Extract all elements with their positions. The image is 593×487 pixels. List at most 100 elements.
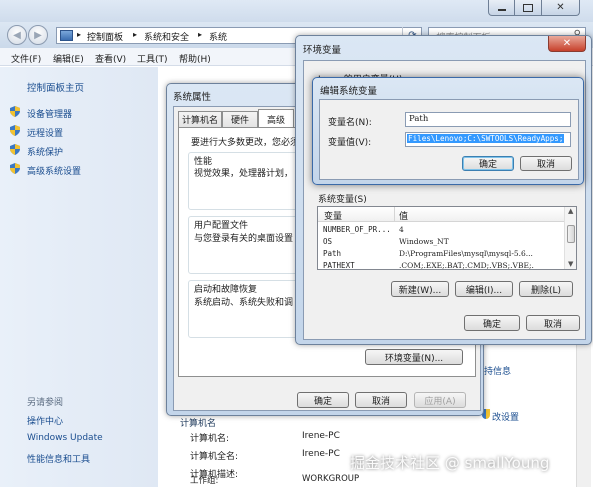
table-row[interactable]: Path (323, 249, 341, 258)
delete-variable-button[interactable]: 删除(L) (519, 281, 573, 297)
breadcrumb-sep-icon: ▸ (77, 30, 82, 39)
tab-label: 硬件 (230, 116, 249, 126)
tab-hardware[interactable]: 硬件 (222, 111, 258, 127)
performance-tools-link[interactable]: 性能信息和工具 (27, 452, 90, 465)
breadcrumb-sep-icon: ▸ (198, 30, 203, 39)
scroll-thumb[interactable] (567, 225, 575, 243)
table-cell: Windows_NT (399, 237, 449, 246)
support-info-link[interactable]: 持信息 (484, 364, 511, 377)
window-controls: ✕ (488, 0, 580, 16)
column-divider (394, 207, 395, 222)
shield-icon (10, 106, 20, 117)
admin-note: 要进行大多数更改，您必须 (191, 138, 300, 148)
forward-button[interactable]: ▶ (28, 25, 48, 45)
restore-icon (523, 4, 534, 12)
computer-section-heading: 计算机名 (180, 419, 217, 429)
variable-name-field[interactable]: Path (405, 112, 571, 127)
breadcrumb-system[interactable]: 系统 (209, 30, 227, 43)
left-nav-pane (0, 67, 158, 487)
breadcrumb-control-panel[interactable]: 控制面板 (87, 30, 123, 43)
tab-label: 计算机名 (181, 116, 218, 126)
variable-value-field[interactable]: Files\Lenovo;C:\SWTOOLS\ReadyApps; (405, 132, 571, 147)
cancel-button[interactable]: 取消 (526, 315, 580, 331)
shield-icon (10, 163, 20, 174)
variable-name-value: Path (409, 114, 429, 124)
action-center-link[interactable]: 操作中心 (27, 414, 63, 427)
minimize-icon (498, 9, 506, 11)
back-arrow-icon: ◀ (13, 29, 21, 41)
info-label: 工作组: (190, 476, 219, 486)
system-protection-link[interactable]: 系统保护 (27, 145, 63, 158)
table-cell: .COM;.EXE;.BAT;.CMD;.VBS;.VBE;. (399, 261, 534, 270)
breadcrumb-sep-icon: ▸ (133, 30, 138, 39)
cancel-button[interactable]: 取消 (520, 156, 572, 171)
windows-update-link[interactable]: Windows Update (27, 433, 103, 443)
close-button[interactable]: ✕ (548, 36, 586, 52)
change-settings-link[interactable]: 改设置 (492, 410, 519, 423)
list-header (318, 207, 564, 222)
tab-label: 高级 (266, 115, 285, 126)
info-value: Irene-PC (302, 449, 340, 459)
startup-recovery-desc: 系统启动、系统失败和调 (194, 298, 294, 308)
variable-name-label: 变量名(N): (328, 118, 372, 128)
dialog-title: 编辑系统变量 (320, 86, 378, 97)
control-panel-icon (60, 30, 73, 41)
edit-variable-button[interactable]: 编辑(I)... (455, 281, 513, 297)
watermark: 掘金技术社区 @ smallYoung (350, 454, 550, 472)
menu-help[interactable]: 帮助(H) (179, 52, 211, 65)
scroll-up-icon[interactable]: ▲ (568, 207, 573, 215)
shield-icon (10, 144, 20, 155)
table-cell: D:\ProgramFiles\mysql\mysql-5.6... (399, 249, 533, 258)
menu-edit[interactable]: 编辑(E) (53, 52, 84, 65)
performance-desc: 视觉效果，处理器计划， (194, 169, 294, 179)
table-cell: 4 (399, 225, 404, 234)
info-label: 计算机名: (190, 434, 230, 444)
system-variables-heading: 系统变量(S) (318, 195, 367, 205)
dialog-title: 系统属性 (173, 92, 212, 103)
shield-icon (10, 125, 20, 136)
cancel-button[interactable]: 取消 (355, 392, 407, 408)
see-also-heading: 另请参阅 (27, 398, 64, 408)
table-row[interactable]: PATHEXT (323, 261, 355, 269)
variable-value-label: 变量值(V): (328, 138, 372, 148)
menu-view[interactable]: 查看(V) (95, 52, 126, 65)
list-scrollbar[interactable]: ▲ ▼ (564, 207, 576, 269)
tab-computer-name[interactable]: 计算机名 (178, 111, 222, 127)
startup-recovery-title: 启动和故障恢复 (194, 285, 258, 295)
close-icon: ✕ (556, 2, 565, 13)
remote-settings-link[interactable]: 远程设置 (27, 126, 63, 139)
environment-variables-button[interactable]: 环境变量(N)... (365, 349, 463, 365)
control-panel-home-link[interactable]: 控制面板主页 (27, 80, 84, 94)
table-row[interactable]: OS (323, 237, 332, 246)
ok-button[interactable]: 确定 (462, 156, 514, 171)
device-manager-link[interactable]: 设备管理器 (27, 107, 72, 120)
user-profiles-title: 用户配置文件 (194, 221, 249, 231)
new-variable-button[interactable]: 新建(W)... (391, 281, 449, 297)
advanced-settings-link[interactable]: 高级系统设置 (27, 164, 81, 177)
user-profiles-desc: 与您登录有关的桌面设置 (194, 234, 294, 244)
info-value: WORKGROUP (302, 474, 360, 484)
table-row[interactable]: NUMBER_OF_PR... (323, 225, 391, 234)
scroll-down-icon[interactable]: ▼ (568, 260, 573, 268)
close-icon: ✕ (562, 38, 572, 49)
breadcrumb-security[interactable]: 系统和安全 (144, 30, 189, 43)
menu-tools[interactable]: 工具(T) (137, 52, 168, 65)
ok-button[interactable]: 确定 (464, 315, 520, 331)
edit-system-variable-dialog: 编辑系统变量 变量名(N): Path 变量值(V): Files\Lenovo… (312, 77, 584, 185)
apply-button[interactable]: 应用(A) (414, 392, 466, 408)
tab-advanced[interactable]: 高级 (258, 109, 294, 128)
close-button[interactable]: ✕ (541, 0, 580, 16)
forward-arrow-icon: ▶ (34, 29, 42, 41)
info-label: 计算机全名: (190, 452, 239, 462)
minimize-button[interactable] (488, 0, 516, 16)
maximize-button[interactable] (515, 0, 542, 16)
menu-file[interactable]: 文件(F) (11, 52, 41, 65)
column-header-name[interactable]: 变量 (324, 209, 342, 222)
ok-button[interactable]: 确定 (297, 392, 349, 408)
system-variables-list[interactable]: 变量 值 NUMBER_OF_PR... 4 OS Windows_NT Pat… (317, 206, 577, 270)
info-value: Irene-PC (302, 431, 340, 441)
back-button[interactable]: ◀ (7, 25, 27, 45)
column-header-value[interactable]: 值 (399, 209, 408, 222)
dialog-title: 环境变量 (303, 45, 342, 56)
variable-value-text: Files\Lenovo;C:\SWTOOLS\ReadyApps; (407, 134, 565, 143)
